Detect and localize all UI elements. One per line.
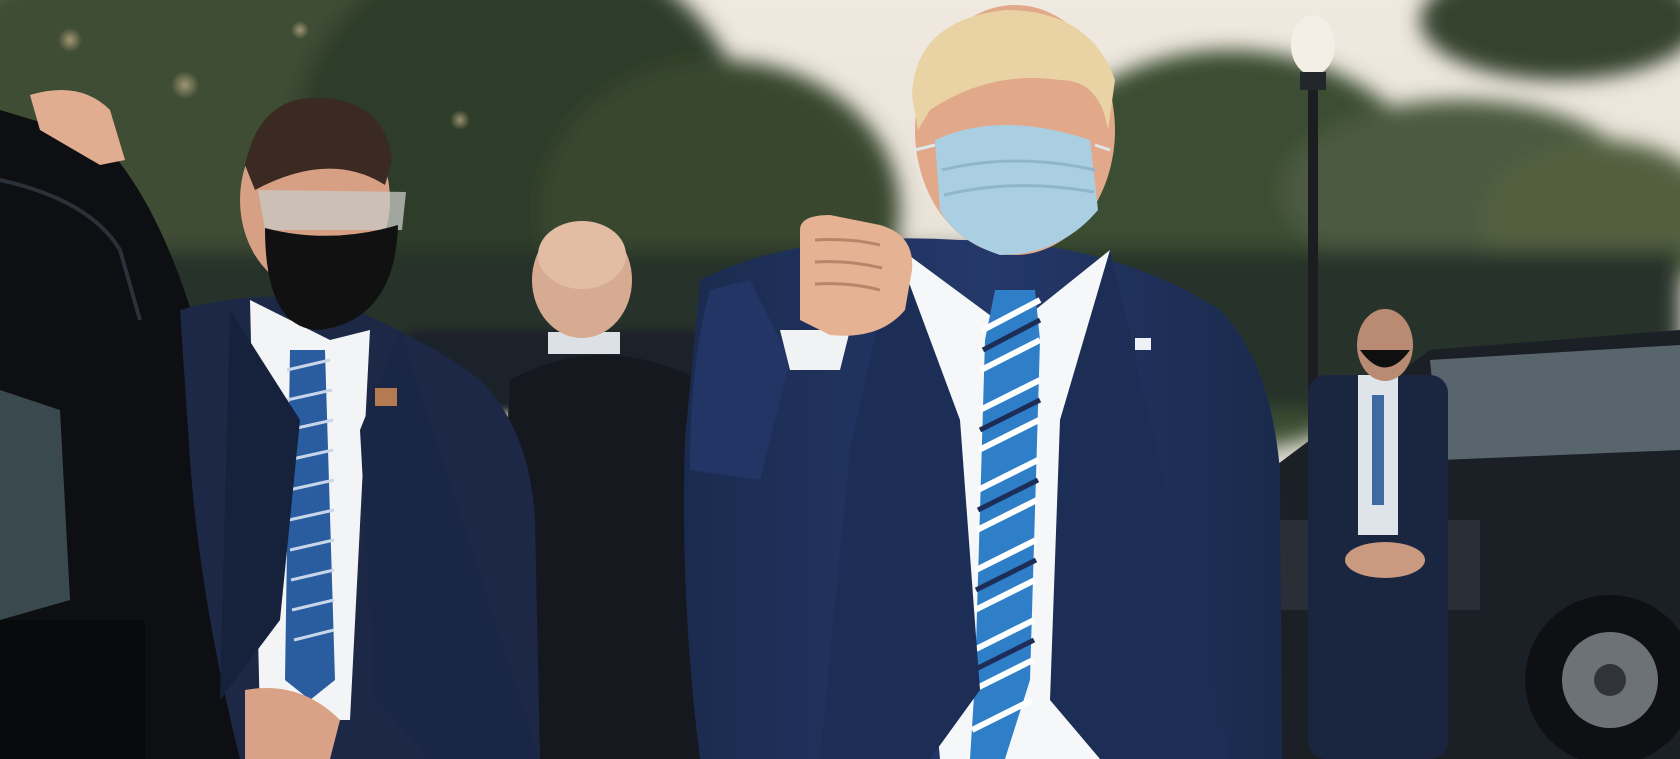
photo-illustration [0, 0, 1680, 759]
photo-scene [0, 0, 1680, 759]
background-agent [1308, 309, 1448, 759]
